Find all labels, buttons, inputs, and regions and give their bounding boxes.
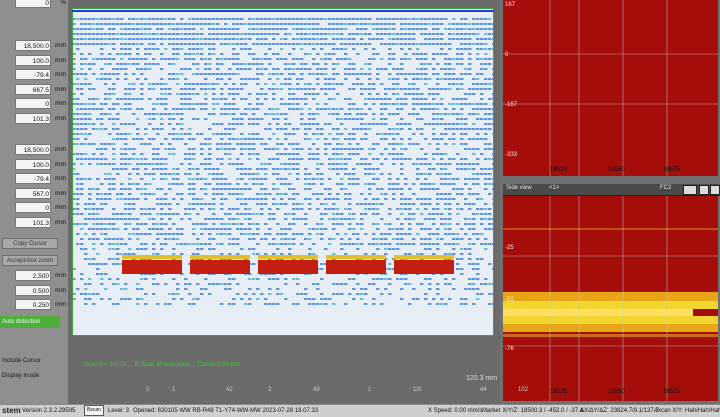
side-view-mode[interactable]: FC2 — [660, 185, 671, 191]
top-y-tick: 167 — [505, 2, 516, 8]
param-row: 667.5 mm — [0, 83, 68, 96]
param-value-field[interactable]: 0.250 — [15, 299, 51, 310]
bscan-x-tick: 1/0 — [413, 387, 422, 393]
param-unit: mm — [55, 100, 66, 107]
side-view-plot[interactable] — [503, 196, 718, 401]
param-unit: mm — [55, 56, 66, 64]
param-unit: mm — [55, 286, 66, 294]
bscan-x-tick: 1 — [368, 387, 372, 393]
side-x-tick: 18525 — [550, 389, 567, 395]
marker-text: Marker X/Y/Z: 18500.3 / -452.0 / -37.4 — [482, 408, 584, 414]
param-row: 101.3 mm — [0, 112, 68, 125]
include-cursor-checkbox[interactable]: Include Cursor — [2, 358, 41, 364]
side-y-tick: -25 — [505, 245, 514, 251]
param-row: 0.500 mm — [0, 284, 68, 297]
top-y-tick: -167 — [505, 102, 518, 108]
side-y-tick: -76 — [505, 346, 514, 352]
side-view-toolbar: Side view <1> FC2 — [503, 184, 720, 196]
param-row: 101.3 mm — [0, 216, 68, 229]
bscan-image[interactable] — [72, 8, 494, 336]
bscan-x-tick: 44 — [480, 387, 487, 393]
bscan-x-tick: 1 — [172, 387, 176, 393]
param-row: 0 mm — [0, 202, 68, 214]
param-value-field[interactable]: 101.3 — [15, 112, 51, 124]
param-row: 18,500.0 mm — [0, 144, 68, 156]
param-row: 0 mm — [0, 98, 68, 110]
opened-file-text: Opened: 630105 WW RB-R48 T1-Y74-WW-MW 20… — [133, 408, 319, 414]
top-row: 0 % — [0, 0, 68, 9]
param-value-field[interactable]: 18,500.0 — [15, 144, 51, 155]
param-value-field[interactable]: 0 — [15, 98, 51, 109]
side-view-channel[interactable]: <1> — [549, 185, 559, 191]
axcan-text: Axcan X/Y: Hah/Hah/Hah — [654, 408, 720, 414]
bscan-x-tick: 2 — [268, 387, 272, 393]
display-inside-label[interactable]: Display Inside — [2, 373, 39, 379]
brand-logo: stem — [2, 406, 21, 415]
side-y-tick: -51 — [505, 297, 514, 303]
param-unit: mm — [55, 146, 66, 153]
bscan-status-text: Scan 0 + 1/0 T1 ... B-Scan all data area… — [84, 362, 241, 368]
close-icon[interactable] — [710, 185, 720, 195]
param-row: 0.250 mm — [0, 299, 68, 311]
delta-text: ΔX/ΔY/ΔZ: 23824.7/9.1/137.7 — [580, 408, 659, 414]
status-bar: stem Version 2.3.2.29595 Bscan Level: 3 … — [0, 404, 720, 417]
param-unit: mm — [55, 175, 66, 182]
zoom-icon[interactable] — [699, 185, 709, 195]
param-row: 2.500 mm — [0, 270, 68, 282]
view-toggle-icon[interactable] — [683, 185, 697, 195]
version-text: Version 2.3.2.29595 — [22, 408, 76, 414]
param-unit: mm — [55, 160, 66, 168]
top-value-field[interactable]: 0 — [15, 0, 51, 8]
top-y-tick: -333 — [505, 152, 518, 158]
zoom-button[interactable]: Accept-box zoom — [2, 255, 58, 266]
param-value-field[interactable]: 18,500.0 — [15, 40, 51, 51]
x-speed-text: X Speed: 0.00 mm/s — [428, 408, 483, 414]
top-x-tick: 18525 — [550, 167, 567, 173]
auto-detection-item[interactable]: Auto detection — [0, 316, 60, 328]
bscan-x-tick: 42 — [226, 387, 233, 393]
param-unit: mm — [55, 189, 66, 197]
param-row: 18,500.0 mm — [0, 40, 68, 52]
bscan-x-tick: 0 — [146, 387, 150, 393]
copy-cursor-button[interactable]: Copy Cursor — [2, 238, 58, 249]
param-row: 567.0 mm — [0, 187, 68, 200]
param-value-field[interactable]: -79.4 — [15, 173, 51, 184]
param-unit: mm — [55, 42, 66, 49]
param-unit: mm — [55, 272, 66, 279]
side-x-tick: 18550 — [608, 389, 625, 395]
scale-label: 120.3 mm — [466, 375, 498, 382]
top-y-tick: 0 — [505, 52, 509, 58]
top-x-tick: 18575 — [663, 167, 680, 173]
param-row: 100.0 mm — [0, 54, 68, 67]
param-unit: mm — [55, 114, 66, 122]
param-value-field[interactable]: 2.500 — [15, 270, 51, 281]
param-value-field[interactable]: 100.0 — [15, 54, 51, 66]
param-value-field[interactable]: 0 — [15, 202, 51, 213]
param-unit: mm — [55, 71, 66, 78]
param-unit: mm — [55, 301, 66, 308]
param-unit: mm — [55, 85, 66, 93]
param-value-field[interactable]: -79.4 — [15, 69, 51, 80]
param-value-field[interactable]: 567.0 — [15, 187, 51, 199]
side-view-title: Side view — [506, 185, 532, 191]
param-value-field[interactable]: 667.5 — [15, 83, 51, 95]
bscan-x-tick: 43 — [313, 387, 320, 393]
param-row: 100.0 mm — [0, 158, 68, 171]
param-unit: mm — [55, 204, 66, 211]
top-right-plot[interactable] — [503, 0, 718, 176]
top-x-tick: 18550 — [608, 167, 625, 173]
param-row: -79.4 mm — [0, 69, 68, 81]
unit-label: % — [60, 0, 66, 6]
param-value-field[interactable]: 101.3 — [15, 216, 51, 228]
side-x-tick: 18575 — [663, 389, 680, 395]
bscan-x-tick: 102 — [518, 387, 529, 393]
param-value-field[interactable]: 100.0 — [15, 158, 51, 170]
param-value-field[interactable]: 0.500 — [15, 284, 51, 296]
param-unit: mm — [55, 218, 66, 226]
level-text: Level: 3 — [108, 408, 130, 414]
param-row: -79.4 mm — [0, 173, 68, 185]
